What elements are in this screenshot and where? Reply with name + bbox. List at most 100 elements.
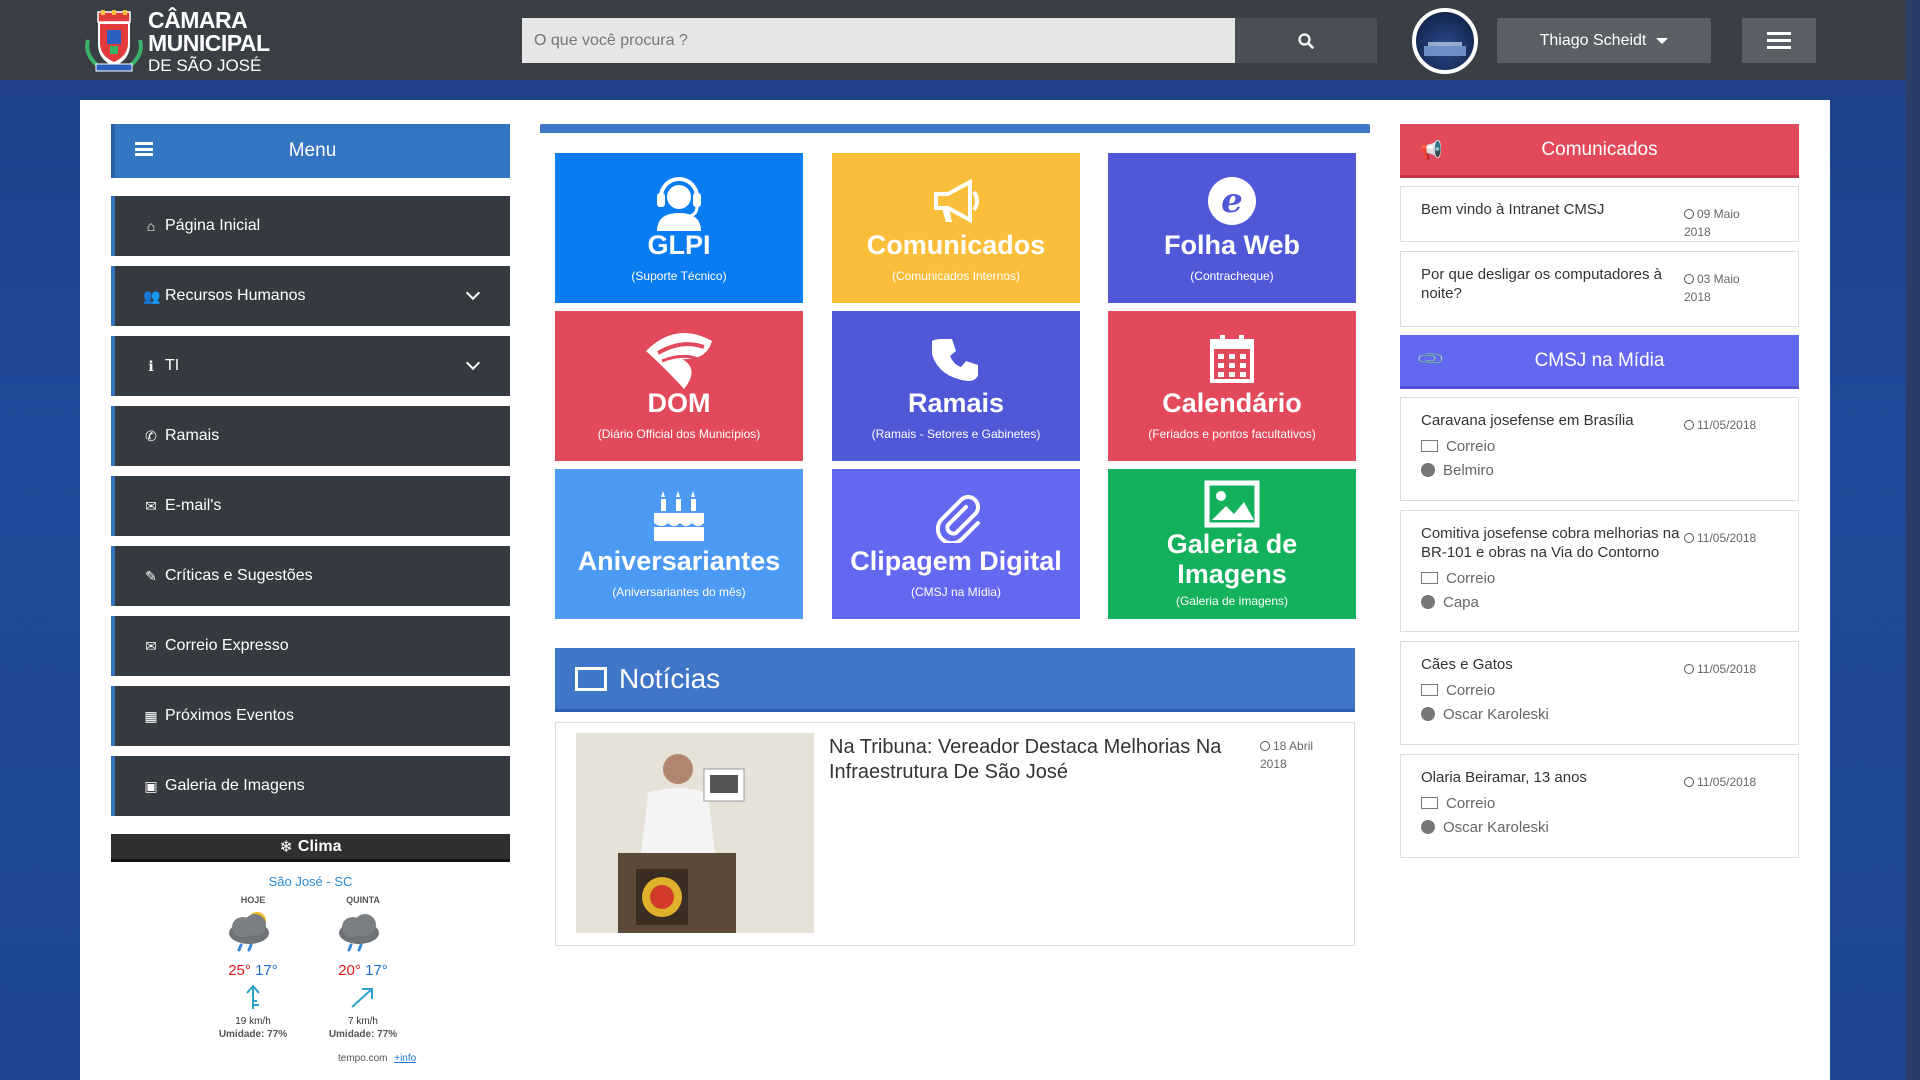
tile-calendario[interactable]: Calendário (Feriados e pontos facultativo… bbox=[1108, 311, 1356, 461]
weather-humidity: Umidade: 77% bbox=[328, 1029, 398, 1040]
tile-title: DOM bbox=[647, 388, 711, 419]
sidebar-item-correio-expresso[interactable]: ✉ Correio Expresso bbox=[111, 616, 510, 676]
weather-header: ❄ Clima bbox=[111, 834, 510, 862]
midia-item[interactable]: Caravana josefense em Brasília 11/05/2018… bbox=[1400, 397, 1799, 501]
comunicados-header[interactable]: 📢 Comunicados bbox=[1400, 124, 1799, 178]
edit-icon: ✎ bbox=[145, 567, 157, 584]
user-icon bbox=[1421, 820, 1435, 835]
search-button[interactable] bbox=[1235, 18, 1377, 63]
midia-source: Correio bbox=[1421, 795, 1778, 812]
newspaper-icon bbox=[1421, 684, 1438, 697]
clock-icon bbox=[1684, 777, 1694, 787]
midia-date: 11/05/2018 bbox=[1684, 416, 1764, 434]
tile-subtitle: (Galeria de imagens) bbox=[1175, 593, 1289, 608]
sidebar-item-p-gina-inicial[interactable]: ⌂ Página Inicial bbox=[111, 196, 510, 256]
midia-author: Capa bbox=[1421, 594, 1778, 611]
hamburger-icon bbox=[1767, 32, 1791, 35]
news-headline[interactable]: Na Tribuna: Vereador Destaca Melhorias N… bbox=[829, 735, 1239, 785]
weather-day-label: HOJE bbox=[240, 895, 266, 905]
clock-icon bbox=[1684, 664, 1694, 674]
logo-title: CÂMARA MUNICIPAL bbox=[148, 6, 270, 56]
users-icon: 👥 bbox=[143, 287, 161, 304]
tile-folha-web[interactable]: e Folha Web (Contracheque) bbox=[1108, 153, 1356, 303]
midia-title[interactable]: Comitiva josefense cobra melhorias na BR… bbox=[1421, 525, 1691, 563]
weather-day: HOJE 25° 17° 19 km/h Umidade: 77% bbox=[198, 895, 308, 1040]
midia-item[interactable]: Comitiva josefense cobra melhorias na BR… bbox=[1400, 510, 1799, 632]
clock-icon bbox=[1684, 274, 1694, 284]
weather-wind: 19 km/h bbox=[235, 1016, 271, 1027]
weather-city: São José - SC bbox=[268, 874, 353, 889]
sidebar-item-e-mail-s[interactable]: ✉ E-mail's bbox=[111, 476, 510, 536]
tile-aniversariantes[interactable]: Aniversariantes (Aniversariantes do mês) bbox=[555, 469, 803, 619]
bullhorn-icon: 📢 bbox=[1420, 140, 1443, 160]
top-navbar: CÂMARA MUNICIPAL DE SÃO JOSÉ Thiago Sche… bbox=[0, 0, 1920, 80]
search-bar bbox=[522, 18, 1377, 63]
user-avatar[interactable] bbox=[1412, 8, 1478, 74]
weather-more-link[interactable]: +info bbox=[394, 1053, 416, 1064]
comunicado-item[interactable]: Por que desligar os computadores à noite… bbox=[1400, 251, 1799, 327]
comunicado-title[interactable]: Bem vindo à Intranet CMSJ bbox=[1421, 201, 1691, 220]
tile-title: Galeria de Imagens bbox=[1166, 529, 1298, 589]
tile-comunicados[interactable]: Comunicados (Comunicados Internos) bbox=[832, 153, 1080, 303]
tile-glpi[interactable]: GLPI (Suporte Técnico) bbox=[555, 153, 803, 303]
page-scrollbar[interactable] bbox=[1906, 0, 1920, 1080]
comunicado-item[interactable]: Bem vindo à Intranet CMSJ 09 Maio 2018 bbox=[1400, 186, 1799, 242]
sidebar-item-recursos-humanos[interactable]: 👥 Recursos Humanos bbox=[111, 266, 510, 326]
sidebar-item-label: E-mail's bbox=[165, 497, 222, 514]
sidebar-item-label: Ramais bbox=[165, 427, 220, 444]
sidebar-menu-header[interactable]: Menu bbox=[111, 124, 510, 178]
tile-subtitle: (Suporte Técnico) bbox=[631, 268, 727, 283]
tile-dom[interactable]: DOM (Diário Official dos Municípios) bbox=[555, 311, 803, 461]
user-menu-button[interactable]: Thiago Scheidt bbox=[1497, 18, 1711, 63]
sidebar-item-pr-ximos-eventos[interactable]: ▦ Próximos Eventos bbox=[111, 686, 510, 746]
midia-header[interactable]: 📎 CMSJ na Mídia bbox=[1400, 335, 1799, 389]
news-date: 18 Abril 2018 bbox=[1260, 739, 1314, 771]
search-input[interactable] bbox=[522, 18, 1235, 63]
tile-subtitle: (CMSJ na Mídia) bbox=[910, 584, 1002, 599]
tile-clipagem-digital[interactable]: Clipagem Digital (CMSJ na Mídia) bbox=[832, 469, 1080, 619]
tile-title: Folha Web bbox=[1163, 230, 1300, 261]
user-icon bbox=[1421, 595, 1435, 609]
sidebar-item-ramais[interactable]: ✆ Ramais bbox=[111, 406, 510, 466]
calendar-icon: ▦ bbox=[144, 707, 158, 724]
midia-title[interactable]: Olaria Beiramar, 13 anos bbox=[1421, 769, 1691, 788]
user-icon bbox=[1421, 707, 1435, 722]
sidebar-item-cr-ticas-e-sugest-es[interactable]: ✎ Críticas e Sugestões bbox=[111, 546, 510, 606]
tile-ramais[interactable]: Ramais (Ramais - Setores e Gabinetes) bbox=[832, 311, 1080, 461]
tile-galeria-de-imagens[interactable]: Galeria de Imagens (Galeria de imagens) bbox=[1108, 469, 1356, 619]
camara-logo[interactable]: CÂMARA MUNICIPAL DE SÃO JOSÉ bbox=[84, 6, 364, 75]
comunicado-title[interactable]: Por que desligar os computadores à noite… bbox=[1421, 266, 1691, 304]
clock-icon bbox=[1684, 533, 1694, 543]
weather-humidity: Umidade: 77% bbox=[218, 1029, 288, 1040]
news-header: Notícias bbox=[555, 648, 1355, 712]
midia-item[interactable]: Olaria Beiramar, 13 anos 11/05/2018 Correi… bbox=[1400, 754, 1799, 858]
headset-icon bbox=[649, 173, 709, 232]
sidebar-item-galeria-de-imagens[interactable]: ▣ Galeria de Imagens bbox=[111, 756, 510, 816]
midia-item[interactable]: Cães e Gatos 11/05/2018 Correio Oscar Karol… bbox=[1400, 641, 1799, 745]
megaphone-icon bbox=[928, 173, 984, 229]
weather-source: tempo.com +info bbox=[338, 1053, 416, 1064]
main-menu-toggle[interactable] bbox=[1742, 18, 1816, 63]
newspaper-icon bbox=[1421, 440, 1438, 453]
caret-down-icon bbox=[1656, 37, 1669, 44]
calendar-icon bbox=[1208, 331, 1256, 387]
cloud-rain-icon bbox=[229, 912, 269, 952]
svg-text:e: e bbox=[1221, 181, 1243, 221]
clock-icon bbox=[1684, 420, 1694, 430]
logo-subtitle: DE SÃO JOSÉ bbox=[148, 55, 262, 75]
sidebar-item-ti[interactable]: ℹ TI bbox=[111, 336, 510, 396]
sidebar-item-label: Próximos Eventos bbox=[165, 707, 294, 724]
sidebar-item-label: Página Inicial bbox=[165, 217, 261, 234]
tile-subtitle: (Aniversariantes do mês) bbox=[612, 584, 746, 599]
user-name: Thiago Scheidt bbox=[1539, 31, 1647, 49]
news-item[interactable]: Na Tribuna: Vereador Destaca Melhorias N… bbox=[555, 722, 1355, 946]
newspaper-icon bbox=[575, 666, 607, 691]
news-photo[interactable] bbox=[576, 733, 814, 933]
weather-source-label: tempo.com bbox=[338, 1053, 388, 1064]
midia-title[interactable]: Cães e Gatos bbox=[1421, 656, 1691, 675]
picture-icon bbox=[1204, 480, 1260, 528]
midia-source: Correio bbox=[1421, 438, 1778, 455]
weather-title: Clima bbox=[297, 837, 342, 855]
midia-title[interactable]: Caravana josefense em Brasília bbox=[1421, 412, 1691, 431]
weather-temps: 25° 17° bbox=[228, 962, 278, 979]
